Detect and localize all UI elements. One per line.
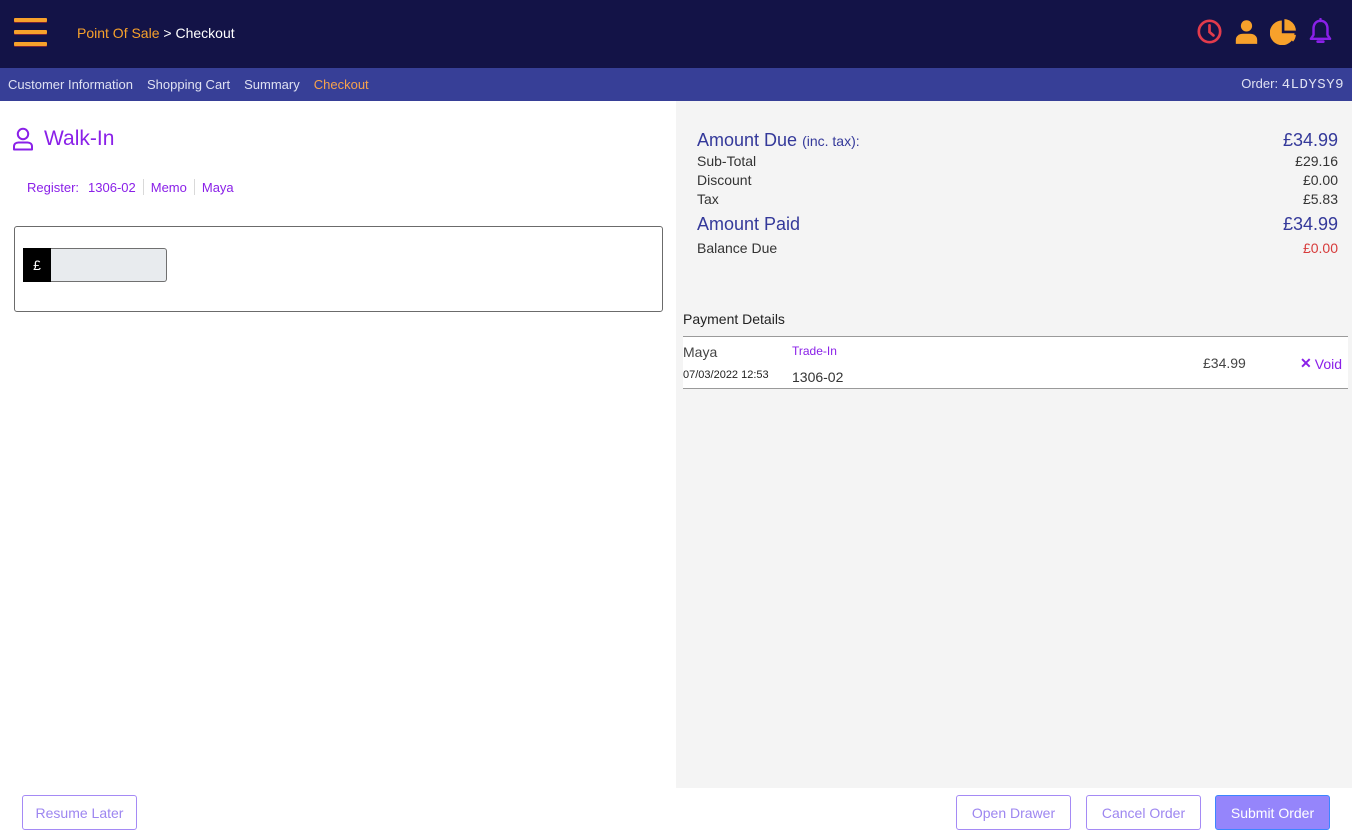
void-label: Void	[1314, 355, 1342, 372]
discount-row: Discount £0.00	[697, 171, 1338, 190]
tender-box: £	[14, 226, 663, 312]
tax-label: Tax	[697, 191, 719, 207]
discount-label: Discount	[697, 172, 752, 188]
tax-row: Tax £5.83	[697, 190, 1338, 209]
subtotal-row: Sub-Total £29.16	[697, 152, 1338, 171]
memo-link[interactable]: Memo	[151, 180, 187, 195]
payment-datetime: 07/03/2022 12:53	[683, 369, 769, 381]
register-label: Register:	[27, 179, 80, 195]
payment-details-title: Payment Details	[683, 311, 785, 327]
payment-user: Maya	[683, 344, 718, 360]
pie-chart-icon[interactable]	[1270, 18, 1297, 45]
close-icon: ✕	[1300, 355, 1312, 371]
tab-customer-information[interactable]: Customer Information	[8, 77, 133, 92]
payment-type: Trade-In	[792, 344, 837, 358]
order-meta: Register: 1306-02 Memo Maya	[27, 179, 234, 195]
open-drawer-button[interactable]: Open Drawer	[956, 795, 1071, 830]
void-payment-button[interactable]: ✕ Void	[1300, 355, 1342, 372]
order-code: 4LDYSY9	[1281, 77, 1344, 93]
currency-symbol: £	[23, 248, 51, 282]
amount-paid-value: £34.99	[1282, 214, 1338, 234]
breadcrumb-separator: >	[159, 25, 176, 41]
bell-icon[interactable]	[1307, 18, 1334, 45]
order-label: Order:	[1241, 76, 1279, 91]
amount-paid-row: Amount Paid £34.99	[697, 213, 1338, 235]
cancel-order-button[interactable]: Cancel Order	[1086, 795, 1201, 830]
resume-later-button[interactable]: Resume Later	[22, 795, 137, 830]
divider	[142, 179, 144, 195]
cashier-name: Maya	[201, 179, 234, 195]
breadcrumb-current: Checkout	[175, 25, 235, 41]
submit-order-button[interactable]: Submit Order	[1215, 795, 1330, 830]
register-value: 1306-02	[88, 179, 136, 195]
order-id: Order: 4LDYSY9	[1241, 76, 1344, 93]
subtotal-label: Sub-Total	[697, 153, 757, 169]
totals-pane: Amount Due (inc. tax): £34.99 Sub-Total …	[676, 101, 1352, 788]
amount-paid-label: Amount Paid	[697, 214, 801, 234]
subtotal-value: £29.16	[1295, 153, 1338, 169]
totals-summary: Amount Due (inc. tax): £34.99 Sub-Total …	[697, 129, 1338, 258]
top-bar: Point Of Sale > Checkout	[0, 0, 1352, 68]
user-outline-icon	[13, 127, 33, 151]
payment-register: 1306-02	[792, 369, 844, 385]
header-icons	[1196, 18, 1334, 45]
breadcrumb-point-of-sale[interactable]: Point Of Sale	[77, 25, 160, 41]
checkout-steps-nav: Customer Information Shopping Cart Summa…	[0, 68, 1352, 101]
hamburger-menu-icon[interactable]	[14, 18, 47, 46]
amount-due-row: Amount Due (inc. tax): £34.99	[697, 129, 1338, 152]
user-icon[interactable]	[1233, 18, 1260, 45]
tab-checkout[interactable]: Checkout	[314, 77, 369, 92]
amount-due-value: £34.99	[1282, 130, 1338, 150]
breadcrumb: Point Of Sale > Checkout	[77, 25, 235, 41]
divider	[193, 179, 195, 195]
clock-icon[interactable]	[1196, 18, 1223, 45]
amount-input-group: £	[23, 248, 167, 282]
tender-pane: Walk-In Register: 1306-02 Memo Maya £	[0, 101, 676, 788]
tax-value: £5.83	[1302, 191, 1338, 207]
payment-row: Maya 07/03/2022 12:53 Trade-In 1306-02 £…	[683, 336, 1348, 389]
amount-due-suffix: (inc. tax):	[802, 133, 860, 149]
payment-amount: £34.99	[1203, 355, 1246, 371]
customer-header: Walk-In	[12, 127, 114, 151]
tab-summary[interactable]: Summary	[244, 77, 300, 92]
balance-due-label: Balance Due	[697, 240, 778, 256]
customer-name[interactable]: Walk-In	[44, 127, 114, 151]
tab-shopping-cart[interactable]: Shopping Cart	[147, 77, 230, 92]
discount-value: £0.00	[1302, 172, 1338, 188]
tender-amount-input[interactable]	[51, 248, 167, 282]
balance-due-row: Balance Due £0.00	[697, 239, 1338, 258]
balance-due-value: £0.00	[1302, 240, 1338, 256]
amount-due-label: Amount Due	[697, 130, 798, 150]
